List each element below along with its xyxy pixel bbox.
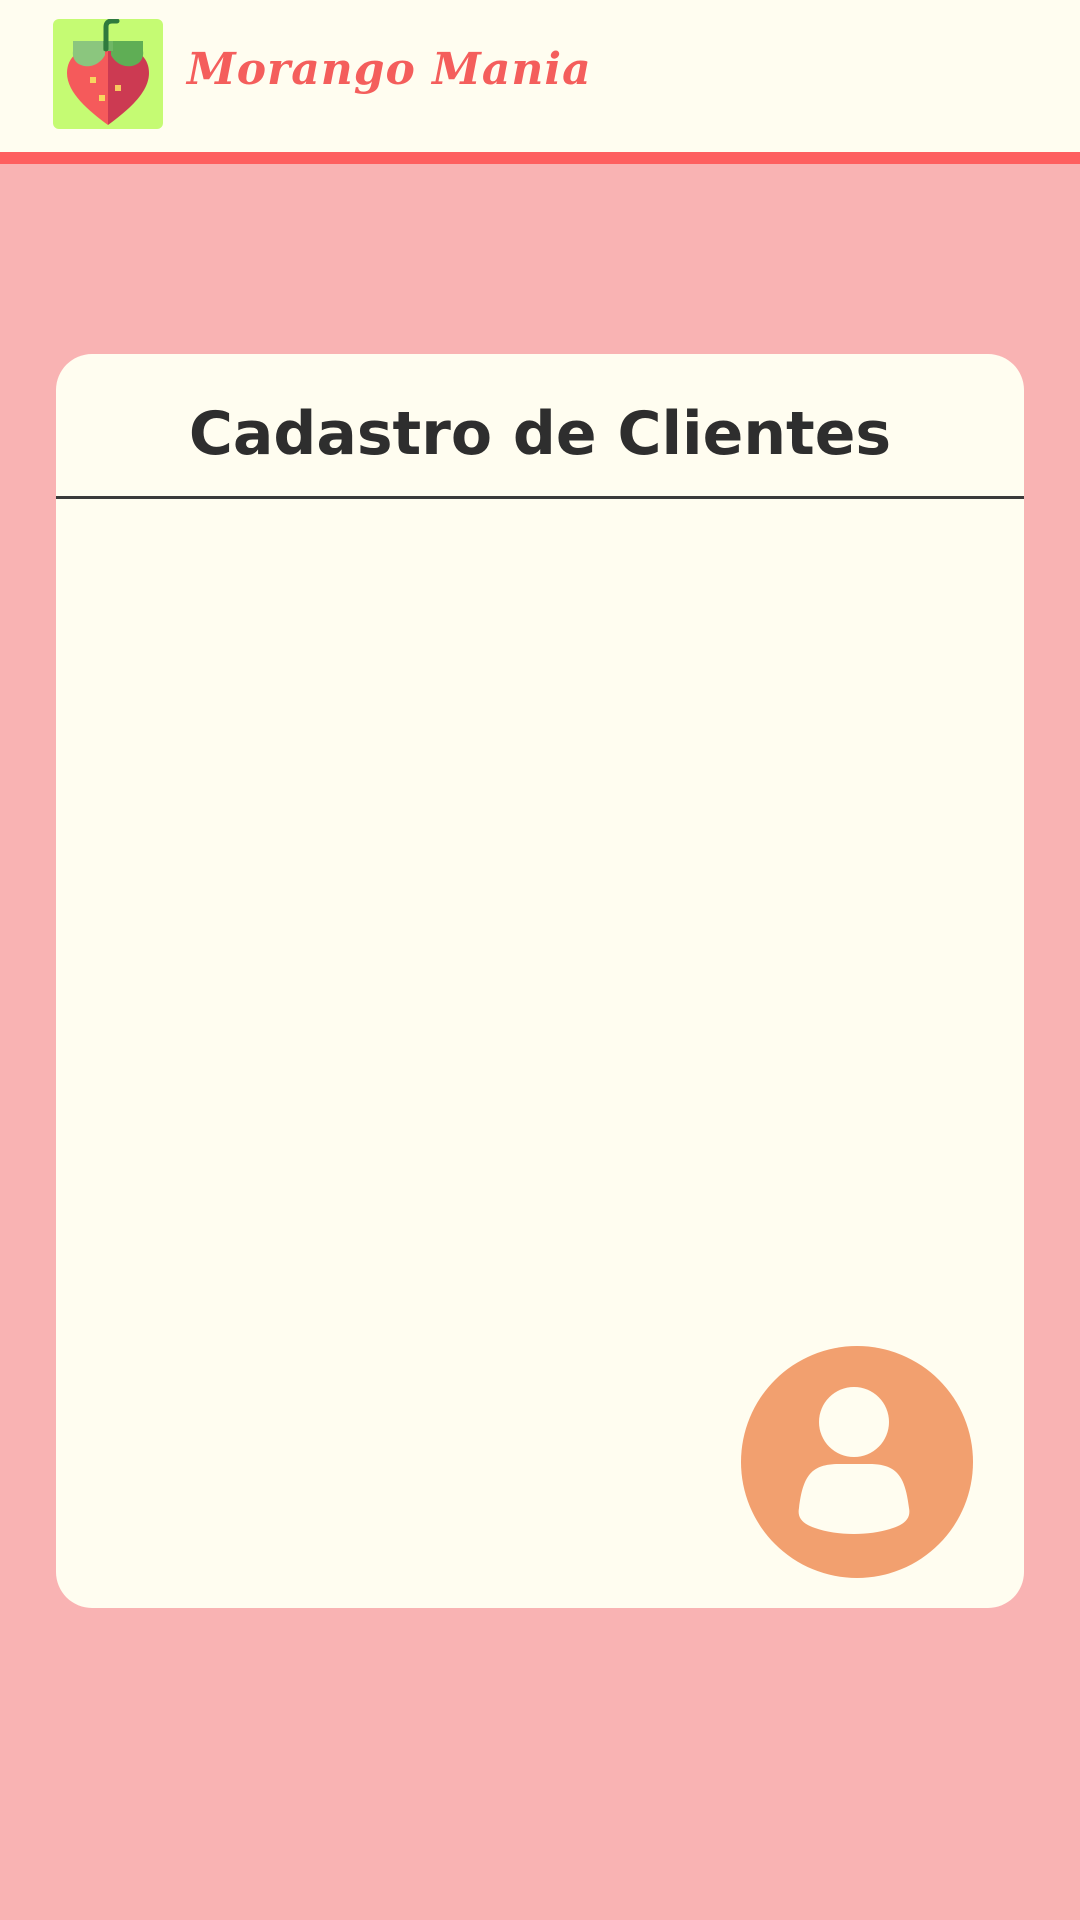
user-avatar-icon xyxy=(798,1387,910,1534)
app-name: Morango Mania xyxy=(187,44,592,95)
app-logo[interactable] xyxy=(53,19,163,129)
clients-card: Cadastro de Clientes xyxy=(56,354,1024,1608)
add-client-button[interactable] xyxy=(741,1346,973,1578)
page-title: Cadastro de Clientes xyxy=(188,399,892,469)
app-header: Morango Mania xyxy=(0,0,1080,152)
strawberry-icon xyxy=(67,19,149,125)
header-accent-stripe xyxy=(0,152,1080,164)
